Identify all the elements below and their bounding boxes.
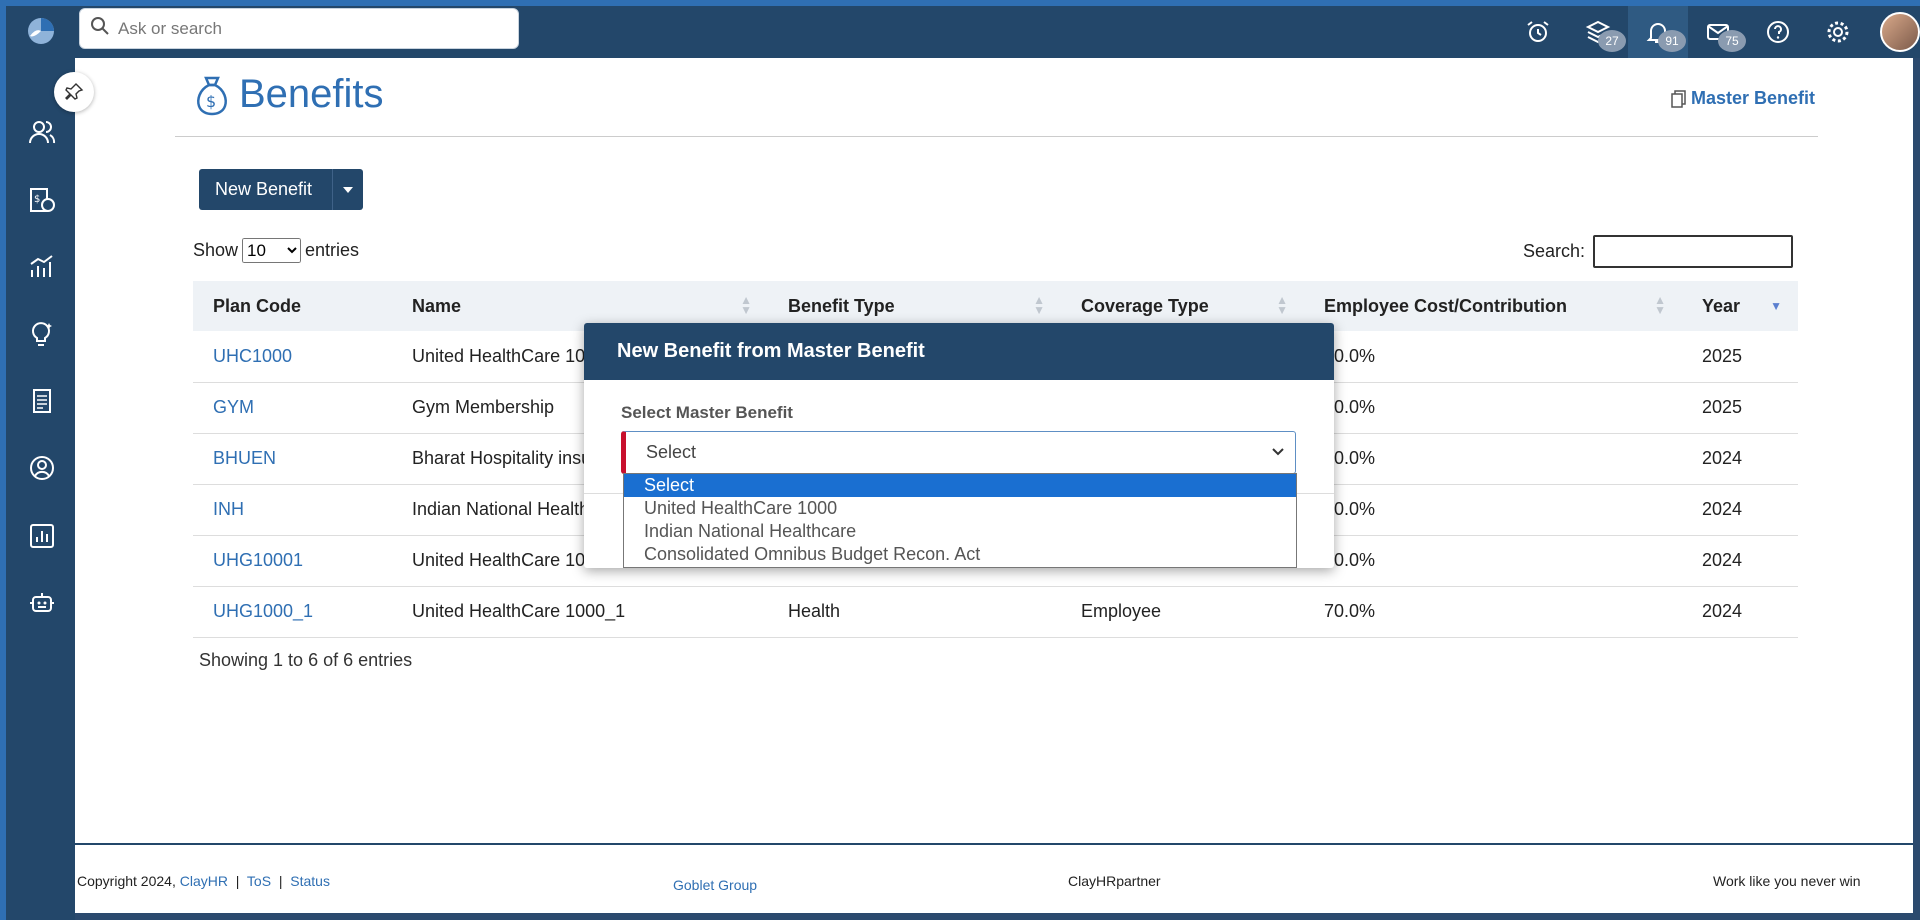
gear-icon	[1827, 21, 1849, 43]
svg-text:$: $	[206, 92, 216, 111]
plan-code-link[interactable]: UHC1000	[193, 331, 392, 383]
settings-button[interactable]	[1808, 6, 1868, 58]
page-size-select[interactable]: 10	[242, 238, 302, 263]
plan-code-link[interactable]: GYM	[193, 382, 392, 434]
option-indian-national-healthcare[interactable]: Indian National Healthcare	[624, 520, 1296, 543]
footer-tagline: Work like you never win	[1713, 873, 1861, 889]
robot-icon	[30, 593, 54, 612]
top-bar: 27 91 75	[0, 0, 1920, 58]
sidebar-item-payroll[interactable]: $	[24, 182, 60, 218]
sort-icon: ▲ ▼	[1654, 293, 1666, 317]
table-info: Showing 1 to 6 of 6 entries	[199, 650, 413, 670]
svg-text:$: $	[34, 194, 40, 205]
footer-goblet-link[interactable]: Goblet Group	[673, 877, 757, 893]
copy-icon	[1671, 89, 1686, 108]
global-search[interactable]	[79, 8, 519, 49]
plan-code-link[interactable]: UHG1000_1	[193, 586, 392, 638]
user-circle-icon	[30, 456, 54, 480]
help-button[interactable]	[1748, 6, 1808, 58]
sort-desc-icon: ▼	[1770, 299, 1782, 313]
column-header-plan-code[interactable]: Plan Code	[193, 281, 392, 331]
footer: Copyright 2024, ClayHR | ToS | Status Go…	[75, 843, 1913, 913]
option-select[interactable]: Select	[624, 474, 1296, 497]
layers-button[interactable]: 27	[1568, 6, 1628, 58]
plan-code-link[interactable]: UHG10001	[193, 535, 392, 587]
sidebar-item-people[interactable]	[24, 114, 60, 150]
footer-partner: ClayHRpartner	[1068, 873, 1161, 889]
footer-copyright: Copyright 2024, ClayHR | ToS | Status	[77, 873, 330, 889]
column-header-year[interactable]: Year ▼	[1682, 281, 1798, 331]
sidebar: $	[0, 58, 75, 920]
title-divider	[175, 136, 1818, 137]
sort-icon: ▲ ▼	[1276, 293, 1288, 317]
search-input[interactable]	[118, 18, 498, 39]
column-header-employee-cost[interactable]: Employee Cost/Contribution ▲ ▼	[1304, 281, 1682, 331]
alarm-clock-button[interactable]	[1508, 6, 1568, 58]
people-icon	[29, 121, 56, 144]
page-title-text: Benefits	[239, 72, 384, 116]
report-chart-icon	[30, 524, 54, 548]
sidebar-item-assistant[interactable]	[24, 585, 60, 621]
option-united-healthcare-1000[interactable]: United HealthCare 1000	[624, 497, 1296, 520]
notifications-button[interactable]: 91	[1628, 6, 1688, 58]
chevron-down-icon	[1272, 448, 1284, 456]
sidebar-item-ideas[interactable]	[24, 316, 60, 352]
sidebar-item-profile[interactable]	[24, 450, 60, 486]
pin-sidebar-button[interactable]	[54, 72, 94, 112]
new-benefit-dropdown-toggle[interactable]	[333, 169, 363, 210]
modal-title: New Benefit from Master Benefit	[584, 323, 1334, 380]
help-icon	[1767, 21, 1789, 43]
alarm-clock-icon	[1527, 21, 1549, 42]
sort-icon: ▲ ▼	[740, 293, 752, 317]
lightbulb-icon	[32, 322, 52, 346]
sort-icon: ▲ ▼	[1033, 293, 1045, 317]
sidebar-item-analytics[interactable]	[24, 248, 60, 284]
user-avatar[interactable]	[1880, 12, 1920, 52]
option-cobra[interactable]: Consolidated Omnibus Budget Recon. Act	[624, 543, 1296, 566]
layers-badge: 27	[1598, 30, 1626, 52]
mail-button[interactable]: 75	[1688, 6, 1748, 58]
master-benefit-select[interactable]: Select	[621, 431, 1296, 474]
pin-icon	[65, 83, 84, 100]
footer-brand-link[interactable]: ClayHR	[180, 873, 228, 889]
master-benefit-label: Select Master Benefit	[621, 403, 793, 422]
money-bag-icon: $	[197, 76, 227, 115]
bar-chart-trend-icon	[30, 255, 53, 277]
master-benefit-link[interactable]: Master Benefit	[1671, 88, 1815, 109]
sidebar-item-documents[interactable]	[24, 383, 60, 419]
new-benefit-button-group: New Benefit	[199, 169, 364, 210]
sidebar-item-reports[interactable]	[24, 518, 60, 554]
plan-code-link[interactable]: BHUEN	[193, 433, 392, 485]
page-title: $ Benefits	[195, 72, 384, 117]
footer-status-link[interactable]: Status	[290, 873, 330, 889]
money-clock-icon: $	[30, 188, 55, 212]
footer-tos-link[interactable]: ToS	[247, 873, 271, 889]
page-size-control: Show 10 entries	[193, 238, 359, 263]
document-icon	[33, 389, 51, 413]
search-icon	[90, 16, 110, 41]
master-benefit-options: Select United HealthCare 1000 Indian Nat…	[623, 473, 1297, 568]
new-benefit-button[interactable]: New Benefit	[199, 169, 334, 210]
table-search: Search:	[1523, 235, 1793, 268]
plan-code-link[interactable]: INH	[193, 484, 392, 536]
mail-badge: 75	[1718, 30, 1746, 52]
table-row: UHG1000_1 United HealthCare 1000_1 Healt…	[193, 586, 1798, 638]
notifications-badge: 91	[1658, 30, 1686, 52]
caret-down-icon	[343, 186, 354, 193]
table-search-input[interactable]	[1593, 235, 1793, 268]
app-logo-icon[interactable]	[26, 16, 56, 46]
